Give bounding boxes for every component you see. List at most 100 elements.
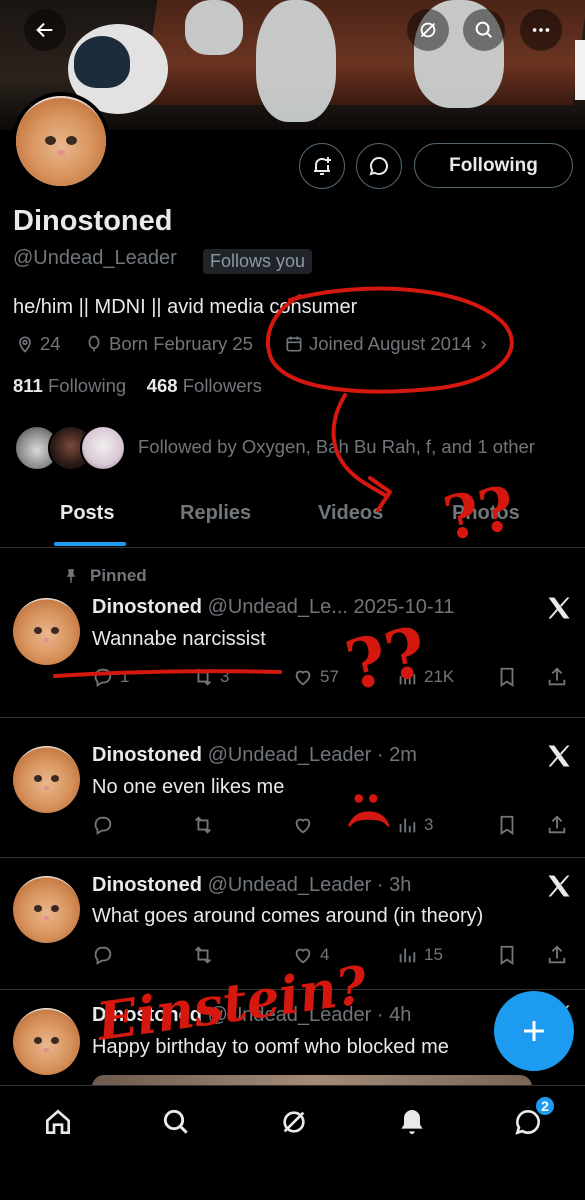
messages-badge: 2 [534, 1095, 556, 1117]
post-author-handle: @Undead_Leader [207, 1004, 372, 1026]
post-author-handle: @Undead_Le... [207, 596, 348, 618]
bookmark-button[interactable] [496, 944, 518, 966]
back-button[interactable] [24, 9, 66, 51]
search-icon [163, 1109, 188, 1134]
follows-you-badge: Follows you [203, 249, 313, 274]
profile-tabs: Posts Replies Videos Photos [0, 490, 585, 548]
reply-button[interactable] [92, 814, 120, 836]
calendar-icon [286, 336, 302, 352]
post-avatar[interactable] [13, 1008, 80, 1075]
follow-counts: 811 Following 468 Followers [13, 375, 262, 397]
post-author-name[interactable]: Dinostoned [92, 596, 202, 618]
nav-notifications[interactable] [392, 1102, 432, 1142]
profile-bio: he/him || MDNI || avid media consumer [13, 296, 358, 318]
banner-rat [256, 0, 336, 122]
post-header: Dinostoned @Undead_Le... 2025-10-11 [92, 596, 454, 619]
post-item[interactable]: Dinostoned @Undead_Le... 2025-10-11 Wann… [0, 548, 585, 718]
like-button[interactable]: 57 [292, 666, 339, 688]
balloon-icon [88, 335, 100, 352]
share-button[interactable] [546, 944, 568, 966]
bookmark-button[interactable] [496, 814, 518, 836]
like-button[interactable] [292, 814, 320, 836]
nav-grok[interactable] [274, 1102, 314, 1142]
following-count: 811 [13, 375, 43, 396]
compose-button[interactable] [494, 991, 574, 1071]
following-label: Following [48, 375, 127, 396]
post-text: Wannabe narcissist [92, 628, 266, 650]
location-meta: 24 [15, 333, 61, 355]
notify-button[interactable] [299, 143, 345, 189]
followed-by-text[interactable]: Followed by Oxygen, Bah Bu Rah, f, and 1… [138, 436, 535, 458]
heart-icon [295, 670, 311, 686]
post-avatar[interactable] [13, 598, 80, 665]
grok-icon [283, 1111, 305, 1133]
post-author-name[interactable]: Dinostoned [92, 744, 202, 766]
like-button[interactable]: 4 [292, 944, 329, 966]
scroll-indicator[interactable] [575, 40, 585, 100]
views-button[interactable]: 3 [396, 814, 433, 836]
birthday-meta: Born February 25 [84, 333, 253, 355]
joined-meta: Joined August 2014 › [284, 333, 487, 355]
repost-button[interactable]: 3 [192, 666, 229, 688]
post-actions: 1 3 57 21K [92, 666, 577, 696]
heart-icon [295, 818, 311, 834]
share-icon [548, 945, 566, 964]
home-icon [46, 1109, 70, 1134]
bookmark-icon [500, 667, 514, 687]
more-button[interactable] [520, 9, 562, 51]
birthday-text: Born February 25 [109, 333, 253, 354]
more-icon [532, 28, 550, 32]
repost-button[interactable] [192, 814, 220, 836]
share-button[interactable] [546, 666, 568, 688]
chevron-right-icon[interactable]: › [481, 333, 487, 355]
post-author-name[interactable]: Dinostoned [92, 874, 202, 896]
avatar-image [16, 96, 106, 186]
views-count: 21K [424, 667, 455, 686]
like-count: 57 [320, 667, 339, 686]
location-text: 24 [40, 333, 61, 354]
repost-icon [195, 816, 211, 834]
tab-photos[interactable]: Photos [452, 502, 520, 525]
tab-replies[interactable]: Replies [180, 502, 251, 525]
profile-avatar[interactable] [12, 92, 110, 190]
post-avatar[interactable] [13, 876, 80, 943]
nav-search[interactable] [156, 1102, 196, 1142]
tab-posts[interactable]: Posts [60, 502, 114, 525]
post-text: Happy birthday to oomf who blocked me [92, 1036, 449, 1058]
bookmark-button[interactable] [496, 666, 518, 688]
search-icon [475, 21, 493, 39]
banner-cat-face [74, 36, 130, 88]
post-header: Dinostoned @Undead_Leader · 3h [92, 874, 412, 896]
tab-videos[interactable]: Videos [318, 502, 383, 525]
mutual-avatar[interactable] [80, 425, 126, 471]
post-header: Dinostoned @Undead_Leader · 2m [92, 744, 417, 766]
post-text: No one even likes me [92, 776, 285, 798]
location-pin-icon [19, 336, 31, 353]
followers-link[interactable]: 468 Followers [147, 375, 262, 396]
post-actions: 3 [92, 814, 577, 844]
post-author-name[interactable]: Dinostoned [92, 1004, 202, 1026]
post-header: Dinostoned @Undead_Leader · 4h [92, 1004, 412, 1026]
following-link[interactable]: 811 Following [13, 375, 126, 396]
share-button[interactable] [546, 814, 568, 836]
views-count: 3 [424, 815, 434, 834]
bookmark-icon [500, 815, 514, 835]
views-icon [399, 948, 416, 963]
post-item[interactable]: Dinostoned @Undead_Leader · 2m No one ev… [0, 718, 585, 858]
profile-handle: @Undead_Leader [13, 247, 177, 269]
repost-button[interactable] [192, 944, 220, 966]
views-button[interactable]: 21K [396, 666, 454, 688]
views-button[interactable]: 15 [396, 944, 443, 966]
reply-icon [94, 816, 112, 835]
message-button[interactable] [356, 143, 402, 189]
joined-text: Joined August 2014 [309, 333, 472, 354]
nav-home[interactable] [38, 1102, 78, 1142]
reply-button[interactable] [92, 944, 120, 966]
x-logo-icon [548, 597, 570, 619]
reply-button[interactable]: 1 [92, 666, 129, 688]
post-avatar[interactable] [13, 746, 80, 813]
following-button[interactable]: Following [414, 143, 573, 188]
search-button[interactable] [463, 9, 505, 51]
post-item[interactable]: Dinostoned @Undead_Leader · 3h What goes… [0, 858, 585, 990]
grok-button[interactable] [407, 9, 449, 51]
